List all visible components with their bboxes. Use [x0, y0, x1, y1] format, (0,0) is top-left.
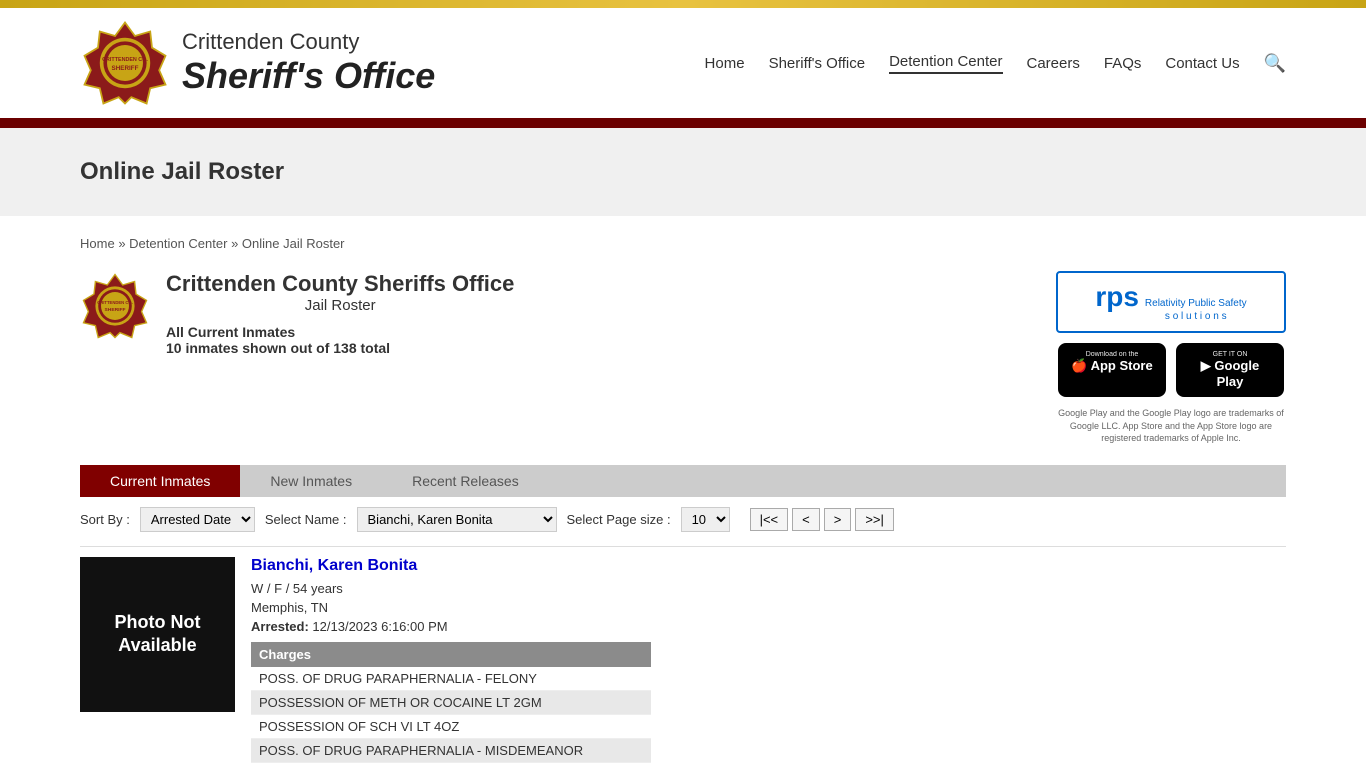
rps-tagline2: s o l u t i o n s [1145, 310, 1247, 323]
google-badge-title: GET IT ON [1188, 351, 1272, 358]
page-title-section: Online Jail Roster [0, 128, 1366, 216]
inmate-card: Photo NotAvailable Bianchi, Karen Bonita… [80, 546, 1286, 763]
search-icon-button[interactable]: 🔍 [1264, 53, 1286, 74]
sort-by-label: Sort By : [80, 512, 130, 527]
roster-badge-icon: CRITTENDEN CO. SHERIFF [80, 271, 150, 341]
breadcrumb-current: Online Jail Roster [242, 236, 345, 251]
logo: CRITTENDEN CO. SHERIFF Crittenden County… [80, 18, 435, 108]
app-badges: Download on the 🍎 App Store GET IT ON ▶ … [1058, 343, 1284, 397]
roster-title-block: Crittenden County Sheriffs Office Jail R… [166, 271, 514, 314]
google-app-badge[interactable]: GET IT ON ▶ Google Play [1176, 343, 1284, 397]
logo-line1: Crittenden County [182, 29, 435, 55]
rps-logo: rps Relativity Public Safety s o l u t i… [1056, 271, 1286, 333]
controls-bar: Sort By : Arrested Date Select Name : Bi… [80, 507, 1286, 532]
inmate-meta: W / F / 54 years [251, 581, 1286, 596]
charges-table: Charges POSS. OF DRUG PARAPHERNALIA - FE… [251, 642, 651, 763]
google-badge-store: ▶ Google Play [1188, 358, 1272, 389]
main-content: Home » Detention Center » Online Jail Ro… [0, 216, 1366, 783]
page-size-label: Select Page size : [567, 512, 671, 527]
inmate-city: Memphis, TN [251, 600, 1286, 615]
nav-contact-us[interactable]: Contact Us [1165, 55, 1239, 72]
page-title: Online Jail Roster [80, 158, 1286, 186]
roster-header: CRITTENDEN CO. SHERIFF Crittenden County… [80, 271, 1286, 445]
roster-subtitle: Jail Roster [166, 297, 514, 314]
top-gold-bar [0, 0, 1366, 8]
sort-by-select[interactable]: Arrested Date [140, 507, 255, 532]
roster-right: rps Relativity Public Safety s o l u t i… [1056, 271, 1286, 445]
tab-recent-releases[interactable]: Recent Releases [382, 465, 549, 497]
inmate-arrested: Arrested: 12/13/2023 6:16:00 PM [251, 619, 1286, 634]
nav-home[interactable]: Home [705, 55, 745, 72]
breadcrumb: Home » Detention Center » Online Jail Ro… [80, 236, 1286, 251]
rps-logo-text: rps [1095, 281, 1139, 313]
select-name-dropdown[interactable]: Bianchi, Karen Bonita [357, 507, 557, 532]
roster-title: Crittenden County Sheriffs Office [166, 271, 514, 297]
select-name-label: Select Name : [265, 512, 347, 527]
main-nav: Home Sheriff's Office Detention Center C… [705, 53, 1286, 74]
pagination-prev[interactable]: < [792, 508, 820, 531]
pagination: |<< < > >>| [750, 508, 894, 531]
nav-sheriffs-office[interactable]: Sheriff's Office [769, 55, 866, 72]
svg-text:CRITTENDEN CO.: CRITTENDEN CO. [102, 57, 148, 63]
charge-row: POSS. OF DRUG PARAPHERNALIA - MISDEMEANO… [251, 738, 651, 762]
breadcrumb-detention-center[interactable]: Detention Center [129, 236, 227, 251]
logo-line2: Sheriff's Office [182, 55, 435, 97]
rps-tagline: Relativity Public Safety [1145, 297, 1247, 310]
charge-row: POSSESSION OF METH OR COCAINE LT 2GM [251, 690, 651, 714]
nav-faqs[interactable]: FAQs [1104, 55, 1142, 72]
nav-careers[interactable]: Careers [1027, 55, 1080, 72]
svg-text:SHERIFF: SHERIFF [105, 307, 126, 313]
inmate-photo: Photo NotAvailable [80, 557, 235, 712]
pagination-first[interactable]: |<< [750, 508, 789, 531]
roster-info: All Current Inmates 10 inmates shown out… [166, 324, 514, 356]
svg-text:CRITTENDEN CO.: CRITTENDEN CO. [97, 300, 133, 305]
sheriff-badge-icon: CRITTENDEN CO. SHERIFF [80, 18, 170, 108]
tab-new-inmates[interactable]: New Inmates [240, 465, 382, 497]
logo-text: Crittenden County Sheriff's Office [182, 29, 435, 97]
roster-inmate-count: All Current Inmates [166, 324, 514, 340]
bottom-dark-bar [0, 118, 1366, 128]
charges-header: Charges [251, 642, 651, 667]
page-size-select[interactable]: 10 [681, 507, 730, 532]
roster-left: CRITTENDEN CO. SHERIFF Crittenden County… [80, 271, 514, 356]
svg-text:SHERIFF: SHERIFF [112, 65, 139, 72]
pagination-last[interactable]: >>| [855, 508, 894, 531]
pagination-next[interactable]: > [824, 508, 852, 531]
apple-badge-title: Download on the [1070, 351, 1154, 358]
charge-row: POSSESSION OF SCH VI LT 4OZ [251, 714, 651, 738]
tab-current-inmates[interactable]: Current Inmates [80, 465, 240, 497]
roster-inmate-shown: 10 inmates shown out of 138 total [166, 340, 514, 356]
inmate-details: Bianchi, Karen Bonita W / F / 54 years M… [251, 557, 1286, 763]
site-header: CRITTENDEN CO. SHERIFF Crittenden County… [0, 8, 1366, 118]
apple-app-badge[interactable]: Download on the 🍎 App Store [1058, 343, 1166, 397]
tabs-bar: Current Inmates New Inmates Recent Relea… [80, 465, 1286, 497]
inmate-name[interactable]: Bianchi, Karen Bonita [251, 557, 1286, 575]
charge-row: POSS. OF DRUG PARAPHERNALIA - FELONY [251, 667, 651, 691]
nav-detention-center[interactable]: Detention Center [889, 53, 1002, 74]
apple-badge-store: 🍎 App Store [1070, 358, 1154, 374]
app-note: Google Play and the Google Play logo are… [1056, 407, 1286, 445]
breadcrumb-home[interactable]: Home [80, 236, 115, 251]
